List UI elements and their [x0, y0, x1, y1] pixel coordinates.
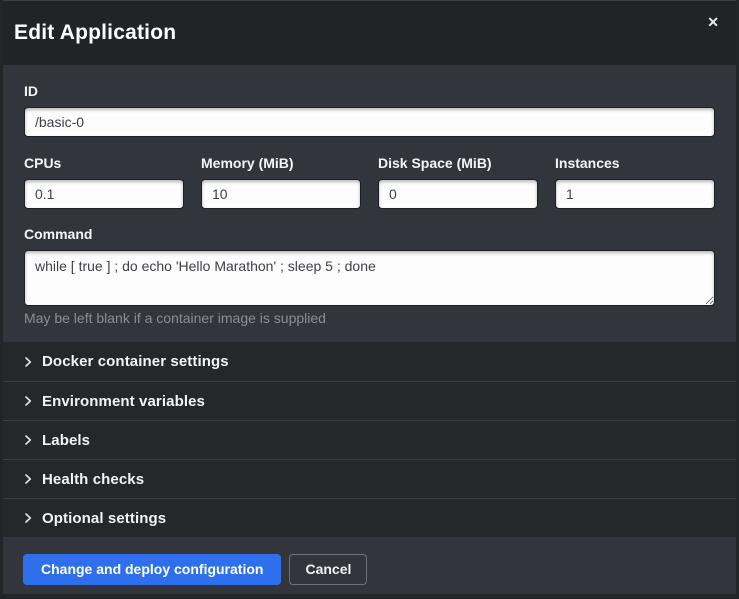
disk-field-group: Disk Space (MiB) — [378, 156, 538, 209]
command-label: Command — [24, 227, 715, 242]
chevron-right-icon — [23, 396, 33, 406]
section-environment-variables[interactable]: Environment variables — [3, 381, 736, 420]
id-field-group: ID — [24, 84, 715, 137]
instances-input[interactable] — [555, 179, 715, 209]
modal-title: Edit Application — [14, 21, 176, 45]
chevron-right-icon — [23, 435, 33, 445]
section-health-checks[interactable]: Health checks — [3, 459, 736, 498]
accordion-sections: Docker container settings Environment va… — [3, 342, 736, 537]
instances-field-group: Instances — [555, 156, 715, 209]
command-help-text: May be left blank if a container image i… — [24, 310, 715, 327]
modal-body: ID CPUs Memory (MiB) Disk Space (MiB) In… — [3, 65, 736, 342]
chevron-right-icon — [23, 357, 33, 367]
disk-label: Disk Space (MiB) — [378, 156, 538, 171]
instances-label: Instances — [555, 156, 715, 171]
close-icon[interactable]: ✕ — [707, 15, 719, 29]
memory-label: Memory (MiB) — [201, 156, 361, 171]
cpus-label: CPUs — [24, 156, 184, 171]
cancel-button[interactable]: Cancel — [289, 554, 367, 585]
id-input[interactable] — [24, 107, 715, 137]
section-label: Labels — [42, 432, 90, 449]
section-label: Health checks — [42, 471, 144, 488]
memory-field-group: Memory (MiB) — [201, 156, 361, 209]
section-label: Environment variables — [42, 393, 205, 410]
id-label: ID — [24, 84, 715, 99]
section-label: Docker container settings — [42, 353, 229, 370]
change-and-deploy-button[interactable]: Change and deploy configuration — [23, 554, 281, 585]
resource-fields-row: CPUs Memory (MiB) Disk Space (MiB) Insta… — [24, 156, 715, 209]
cpus-input[interactable] — [24, 179, 184, 209]
disk-input[interactable] — [378, 179, 538, 209]
chevron-right-icon — [23, 474, 33, 484]
edit-application-modal: Edit Application ✕ ID CPUs Memory (MiB) … — [3, 0, 736, 594]
memory-input[interactable] — [201, 179, 361, 209]
section-label: Optional settings — [42, 510, 166, 527]
modal-footer: Change and deploy configuration Cancel — [3, 537, 736, 594]
command-field-group: Command while [ true ] ; do echo 'Hello … — [24, 227, 715, 327]
chevron-right-icon — [23, 513, 33, 523]
section-optional-settings[interactable]: Optional settings — [3, 498, 736, 537]
command-textarea[interactable]: while [ true ] ; do echo 'Hello Marathon… — [24, 250, 715, 306]
section-docker-container-settings[interactable]: Docker container settings — [3, 342, 736, 381]
cpus-field-group: CPUs — [24, 156, 184, 209]
modal-header: Edit Application ✕ — [3, 1, 736, 65]
section-labels[interactable]: Labels — [3, 420, 736, 459]
